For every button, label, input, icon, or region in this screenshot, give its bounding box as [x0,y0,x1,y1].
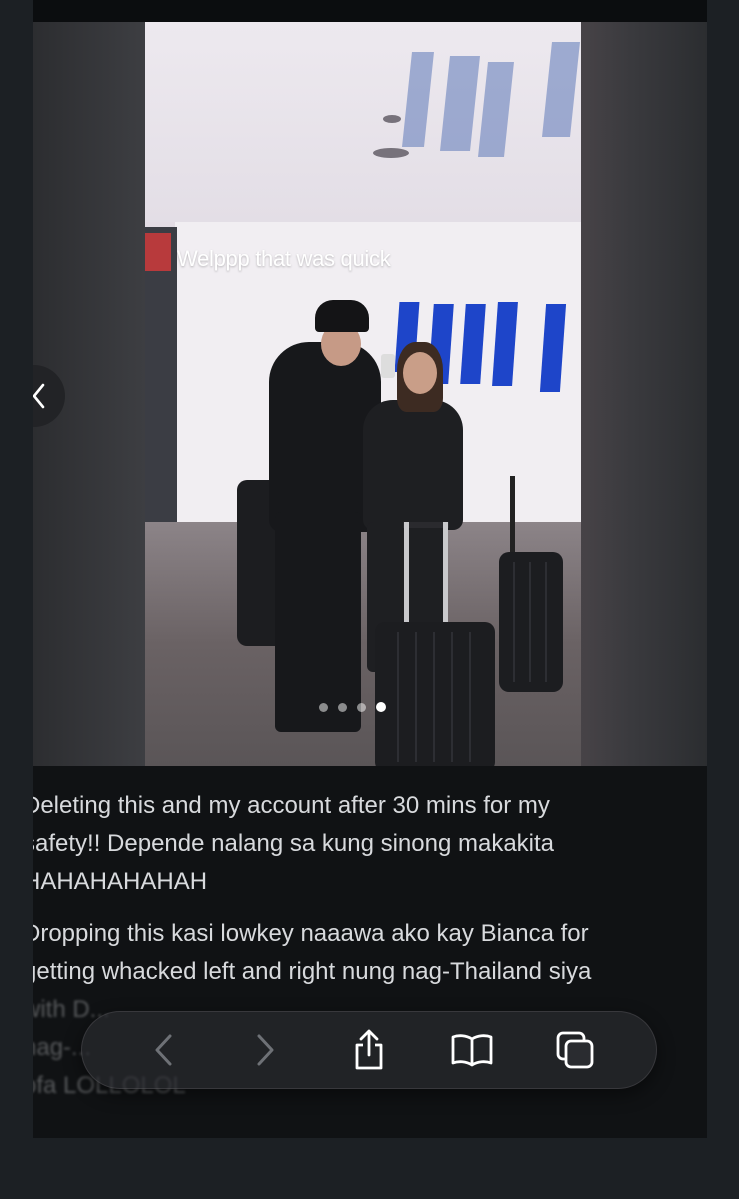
share-icon [355,1029,383,1070]
slide-dot-2[interactable] [338,702,347,712]
bookmarks-button[interactable] [442,1020,502,1080]
bottom-safe-area [0,1138,739,1199]
post-line: HAHAHAHAHAH [33,868,208,895]
bookmarks-icon [451,1034,493,1067]
post-line: Deleting this and my account after 30 mi… [33,792,550,819]
next-slide-preview [581,22,707,766]
post-paragraph-1: Deleting this and my account after 30 mi… [33,787,707,901]
post-line: getting whacked left and right nung nag-… [33,958,592,985]
suitcase-right [499,552,563,692]
slide-dot-1[interactable] [319,702,328,712]
photo-doorway [145,227,177,527]
top-status-bar [33,0,707,22]
person-woman [363,400,463,530]
slide-dot-4[interactable] [376,702,386,712]
slide-dot-3[interactable] [357,702,366,712]
post-line: Dropping this kasi lowkey naaawa ako kay… [33,920,589,947]
tabs-button[interactable] [545,1020,605,1080]
tabs-icon [556,1031,593,1069]
suitcase-front [375,622,495,766]
photo-ceiling [145,22,581,222]
back-button[interactable] [133,1020,193,1080]
browser-toolbar [81,1011,657,1089]
forward-icon [257,1034,274,1066]
story-photo: Welppp that was quick [145,22,581,766]
browser-screen: Welppp that was quick Deleting this and … [33,0,707,1138]
forward-button[interactable] [236,1020,296,1080]
post-line: safety!! Depende nalang sa kung sinong m… [33,830,555,857]
back-icon [155,1034,172,1066]
share-button[interactable] [339,1020,399,1080]
story-caption-sticker: Welppp that was quick [177,246,391,271]
photo-carousel[interactable]: Welppp that was quick [33,22,707,766]
slide-indicator [319,702,386,712]
chevron-left-icon [33,383,45,409]
